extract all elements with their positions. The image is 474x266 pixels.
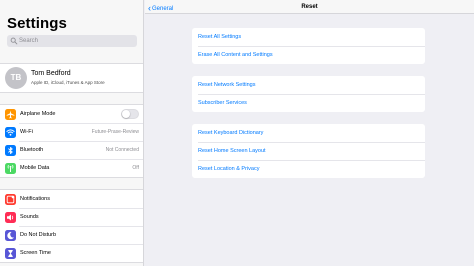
reset-option-label: Reset All Settings xyxy=(198,34,242,40)
sidebar-item-label: Sounds xyxy=(20,214,39,220)
subscriber-services-button[interactable]: Subscriber Services xyxy=(192,94,425,112)
bluetooth-icon xyxy=(5,144,16,156)
speaker-icon xyxy=(5,211,16,223)
sidebar-item-label: Wi-Fi xyxy=(20,129,33,135)
sidebar-item-notifications[interactable]: Notifications xyxy=(0,190,143,208)
wifi-network-value: Future-Prase-Review xyxy=(91,129,139,135)
reset-option-label: Reset Location & Privacy xyxy=(198,166,260,172)
reset-option-label: Reset Home Screen Layout xyxy=(198,148,266,154)
sidebar-item-screen-time[interactable]: Screen Time xyxy=(0,244,143,262)
profile-name: Tom Bedford xyxy=(31,70,71,77)
reset-option-label: Reset Network Settings xyxy=(198,82,256,88)
airplane-mode-toggle[interactable] xyxy=(121,109,139,119)
wifi-icon xyxy=(5,126,16,138)
search-placeholder: Search xyxy=(19,38,39,44)
erase-all-content-button[interactable]: Erase All Content and Settings xyxy=(192,46,425,64)
reset-option-label: Reset Keyboard Dictionary xyxy=(198,130,264,136)
moon-icon xyxy=(5,229,16,241)
reset-option-label: Erase All Content and Settings xyxy=(198,52,273,58)
reset-group-other: Reset Keyboard Dictionary Reset Home Scr… xyxy=(192,124,425,178)
reset-detail-pane: ‹General Reset Reset All Settings Erase … xyxy=(145,0,474,266)
search-field[interactable]: Search xyxy=(7,35,137,47)
antenna-icon xyxy=(5,162,16,174)
sidebar-item-airplane-mode[interactable]: Airplane Mode xyxy=(0,105,143,123)
notifications-group: Notifications Sounds Do Not Disturb Scre… xyxy=(0,189,143,263)
reset-option-label: Subscriber Services xyxy=(198,100,247,106)
magnifier-icon xyxy=(10,37,18,45)
reset-network-settings-button[interactable]: Reset Network Settings xyxy=(192,76,425,94)
apple-id-profile[interactable]: TB Tom Bedford Apple ID, iCloud, iTunes … xyxy=(0,63,143,93)
settings-sidebar: Settings Search TB Tom Bedford Apple ID,… xyxy=(0,0,144,266)
sidebar-item-label: Do Not Disturb xyxy=(20,232,57,238)
reset-location-privacy-button[interactable]: Reset Location & Privacy xyxy=(192,160,425,178)
navigation-bar: ‹General Reset xyxy=(145,0,474,14)
reset-group-network: Reset Network Settings Subscriber Servic… xyxy=(192,76,425,112)
notifications-icon xyxy=(5,193,16,205)
sidebar-item-bluetooth[interactable]: Bluetooth Not Connected xyxy=(0,141,143,159)
sidebar-item-sounds[interactable]: Sounds xyxy=(0,208,143,226)
sidebar-item-label: Bluetooth xyxy=(20,147,44,153)
page-title: Reset xyxy=(301,4,318,10)
reset-keyboard-dictionary-button[interactable]: Reset Keyboard Dictionary xyxy=(192,124,425,142)
avatar: TB xyxy=(5,67,27,89)
sidebar-item-do-not-disturb[interactable]: Do Not Disturb xyxy=(0,226,143,244)
sidebar-item-label: Notifications xyxy=(20,196,50,202)
sidebar-item-mobile-data[interactable]: Mobile Data Off xyxy=(0,159,143,177)
hourglass-icon xyxy=(5,247,16,259)
connectivity-group: Airplane Mode Wi-Fi Future-Prase-Review … xyxy=(0,104,143,178)
profile-subtitle: Apple ID, iCloud, iTunes & App Store xyxy=(31,80,105,85)
sidebar-item-label: Mobile Data xyxy=(20,165,50,171)
reset-group-primary: Reset All Settings Erase All Content and… xyxy=(192,28,425,64)
mobile-data-value: Off xyxy=(132,165,139,171)
bluetooth-status-value: Not Connected xyxy=(105,147,139,153)
sidebar-title: Settings xyxy=(7,15,67,32)
reset-home-screen-layout-button[interactable]: Reset Home Screen Layout xyxy=(192,142,425,160)
airplane-icon xyxy=(5,108,16,120)
sidebar-item-label: Airplane Mode xyxy=(20,111,56,117)
sidebar-item-label: Screen Time xyxy=(20,250,51,256)
sidebar-item-wifi[interactable]: Wi-Fi Future-Prase-Review xyxy=(0,123,143,141)
reset-all-settings-button[interactable]: Reset All Settings xyxy=(192,28,425,46)
